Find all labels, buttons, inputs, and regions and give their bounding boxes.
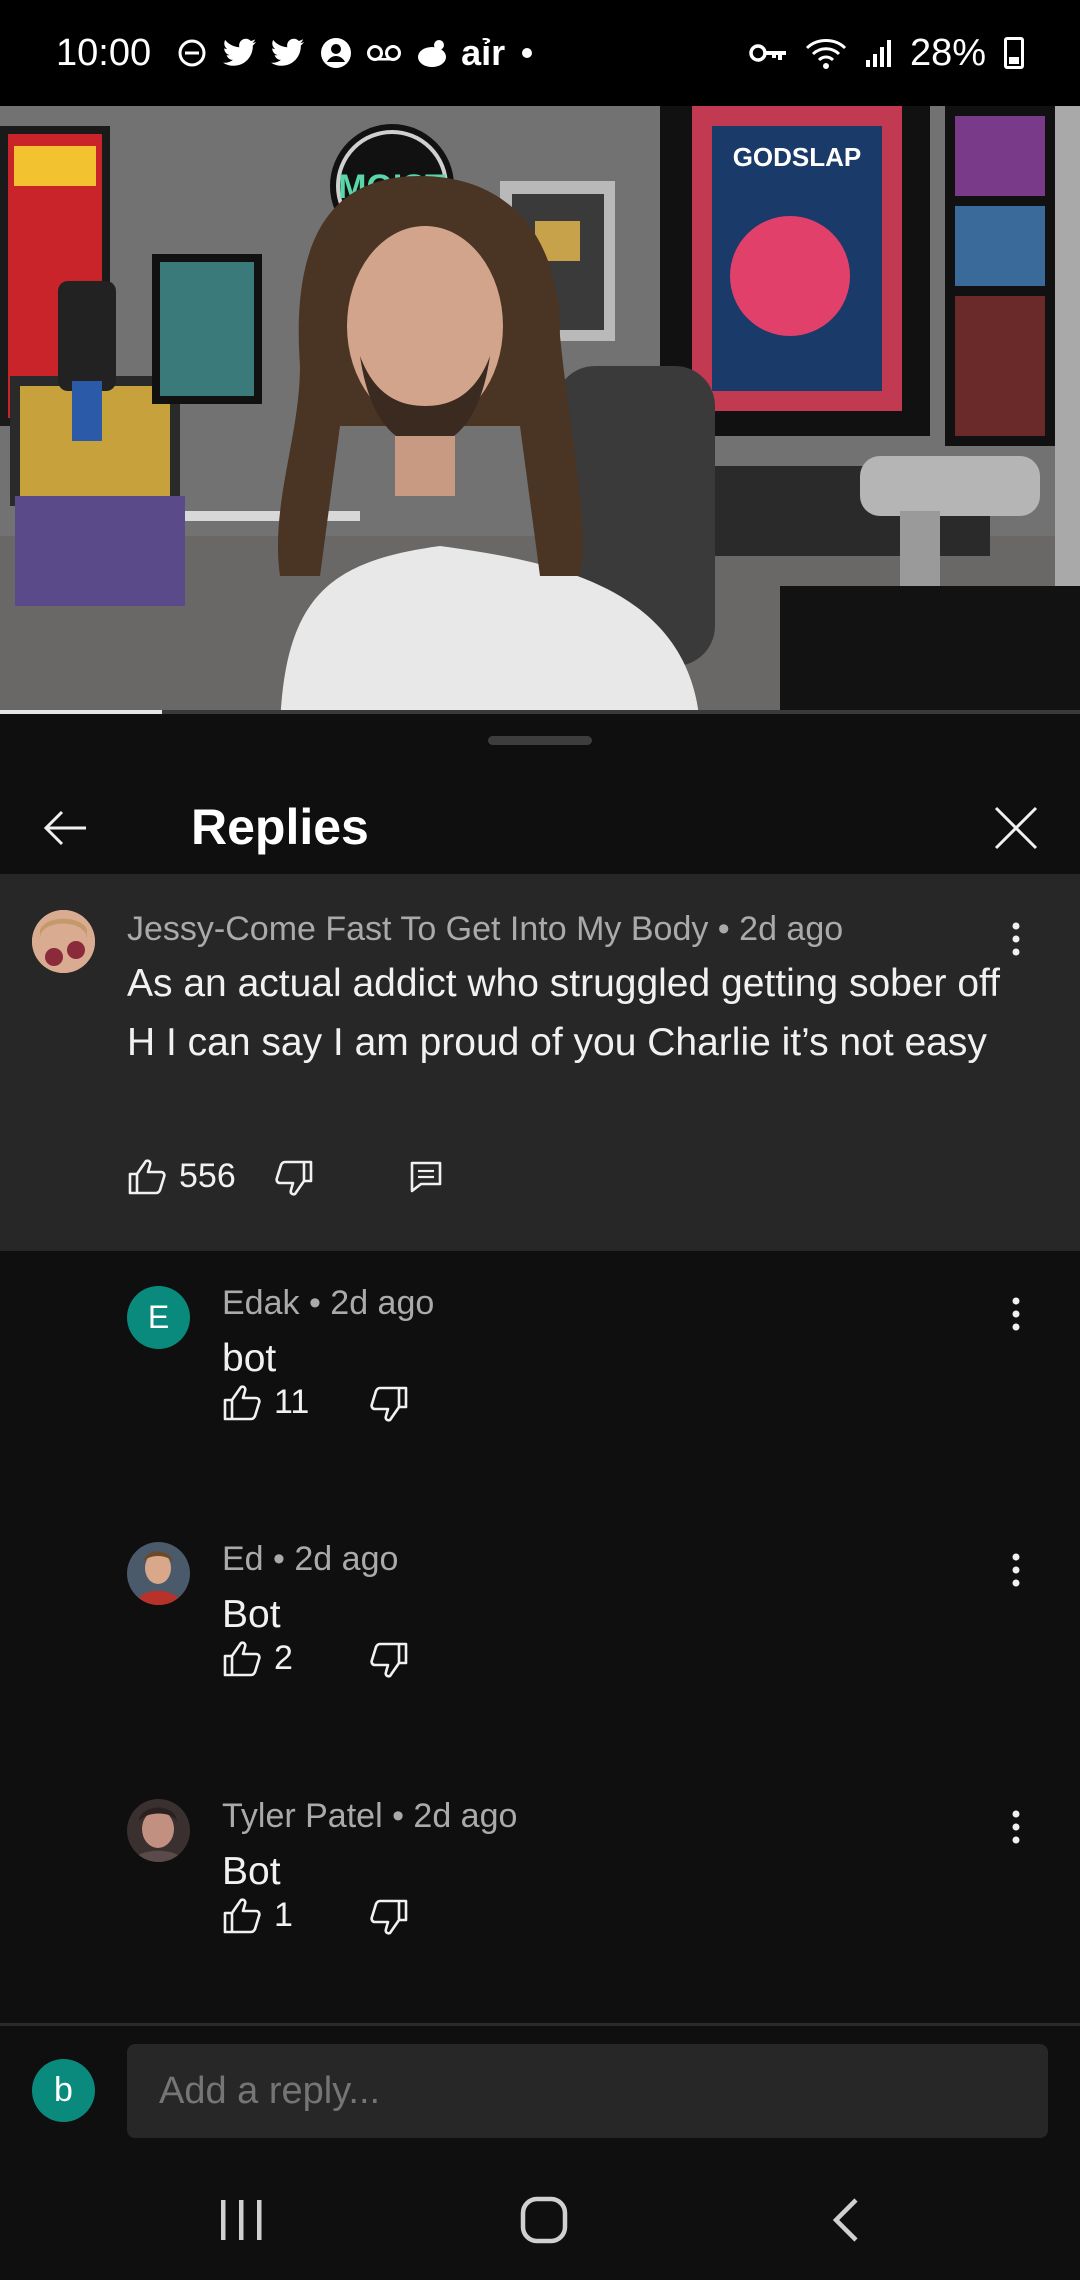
notification-icon: [413, 34, 451, 72]
comment-text: bot: [222, 1337, 277, 1380]
vpn-key-icon: [746, 34, 790, 72]
close-icon: [994, 806, 1038, 850]
avatar[interactable]: [127, 1799, 190, 1862]
comment-age: 2d ago: [413, 1797, 518, 1835]
thumbs-down-icon: [370, 1899, 408, 1935]
comment-age: 2d ago: [294, 1540, 399, 1578]
recent-apps-button[interactable]: [182, 2180, 302, 2260]
status-time: 10:00: [56, 31, 152, 74]
drag-handle[interactable]: [488, 736, 592, 745]
recent-apps-icon: [221, 2200, 262, 2240]
comment-author[interactable]: Jessy-Come Fast To Get Into My Body: [127, 910, 708, 948]
comment-meta: Tyler Patel • 2d ago: [222, 1797, 517, 1836]
add-reply-input[interactable]: [127, 2044, 1048, 2138]
video-frame-image: MOIST GODSLAP: [0, 106, 1080, 714]
poster-text: GODSLAP: [733, 142, 862, 172]
dot-icon: [515, 34, 539, 72]
user-avatar[interactable]: b: [32, 2059, 95, 2122]
more-vert-icon: [1012, 1810, 1020, 1844]
more-options-button[interactable]: [992, 1284, 1040, 1344]
comment-age: 2d ago: [739, 910, 844, 948]
twitter-icon: [269, 34, 307, 72]
wifi-icon: [804, 34, 848, 72]
comment-text: Bot: [222, 1593, 281, 1636]
comment-author[interactable]: Edak: [222, 1284, 300, 1322]
more-vert-icon: [1012, 922, 1020, 956]
comment-text: Bot: [222, 1850, 281, 1893]
more-vert-icon: [1012, 1553, 1020, 1587]
meta-separator: •: [708, 910, 740, 948]
comment-meta: Edak • 2d ago: [222, 1284, 434, 1323]
account-icon: [317, 34, 355, 72]
avatar-letter: E: [147, 1299, 170, 1335]
twitter-icon: [221, 34, 259, 72]
meta-separator: •: [263, 1540, 295, 1578]
more-options-button[interactable]: [992, 1540, 1040, 1600]
thumbs-up-icon: [128, 1158, 166, 1194]
nav-back-button[interactable]: [786, 2180, 906, 2260]
home-icon: [520, 2196, 568, 2244]
avatar[interactable]: E: [127, 1286, 190, 1349]
dislike-button[interactable]: [369, 1385, 409, 1423]
like-button[interactable]: 2: [222, 1639, 293, 1678]
sheet-title: Replies: [191, 799, 369, 855]
comment-meta: Ed • 2d ago: [222, 1540, 398, 1579]
parent-comment: Jessy-Come Fast To Get Into My Body • 2d…: [0, 874, 1080, 1251]
avatar-letter: b: [54, 2071, 73, 2109]
like-button[interactable]: 556: [127, 1157, 236, 1196]
battery-icon: [1004, 37, 1024, 69]
status-bar: 10:00 aỉr 28%: [0, 0, 1080, 106]
meta-separator: •: [299, 1284, 331, 1322]
signal-icon: [862, 34, 896, 72]
voicemail-icon: [365, 34, 403, 72]
video-player[interactable]: MOIST GODSLAP: [0, 106, 1080, 714]
like-count: 2: [274, 1639, 293, 1677]
comment-meta: Jessy-Come Fast To Get Into My Body • 2d…: [127, 910, 843, 949]
do-not-disturb-icon: [173, 34, 211, 72]
like-button[interactable]: 11: [222, 1383, 309, 1422]
thumbs-up-icon: [223, 1897, 261, 1933]
avatar[interactable]: [32, 910, 95, 973]
battery-percent: 28%: [909, 31, 986, 74]
like-count: 556: [179, 1157, 236, 1195]
comment-text: As an actual addict who struggled gettin…: [127, 962, 1001, 1064]
comment-author[interactable]: Ed: [222, 1540, 264, 1578]
like-count: 11: [274, 1383, 310, 1421]
comment-age: 2d ago: [330, 1284, 435, 1322]
comment-author[interactable]: Tyler Patel: [222, 1797, 383, 1835]
thumbs-down-icon: [275, 1160, 313, 1196]
like-count: 1: [274, 1896, 293, 1934]
thumbs-down-icon: [370, 1642, 408, 1678]
thumbs-down-icon: [370, 1386, 408, 1422]
more-vert-icon: [1012, 1297, 1020, 1331]
dislike-button[interactable]: [369, 1898, 409, 1936]
dislike-button[interactable]: [369, 1641, 409, 1679]
back-button[interactable]: [28, 792, 100, 864]
thumbs-up-icon: [223, 1640, 261, 1676]
sheet-header: Replies: [0, 776, 1080, 876]
air-icon: aỉr: [461, 32, 506, 73]
system-nav-bar: [0, 2160, 1080, 2280]
like-button[interactable]: 1: [222, 1896, 293, 1935]
reply-button[interactable]: [409, 1160, 443, 1194]
arrow-left-icon: [43, 810, 86, 846]
more-options-button[interactable]: [992, 1797, 1040, 1857]
dislike-button[interactable]: [274, 1159, 314, 1197]
comment-icon: [410, 1161, 442, 1193]
chevron-left-icon: [832, 2198, 858, 2242]
home-button[interactable]: [484, 2180, 604, 2260]
close-button[interactable]: [980, 792, 1052, 864]
thumbs-up-icon: [223, 1384, 261, 1420]
avatar[interactable]: [127, 1542, 190, 1605]
meta-separator: •: [382, 1797, 414, 1835]
composer-divider: [0, 2023, 1080, 2026]
